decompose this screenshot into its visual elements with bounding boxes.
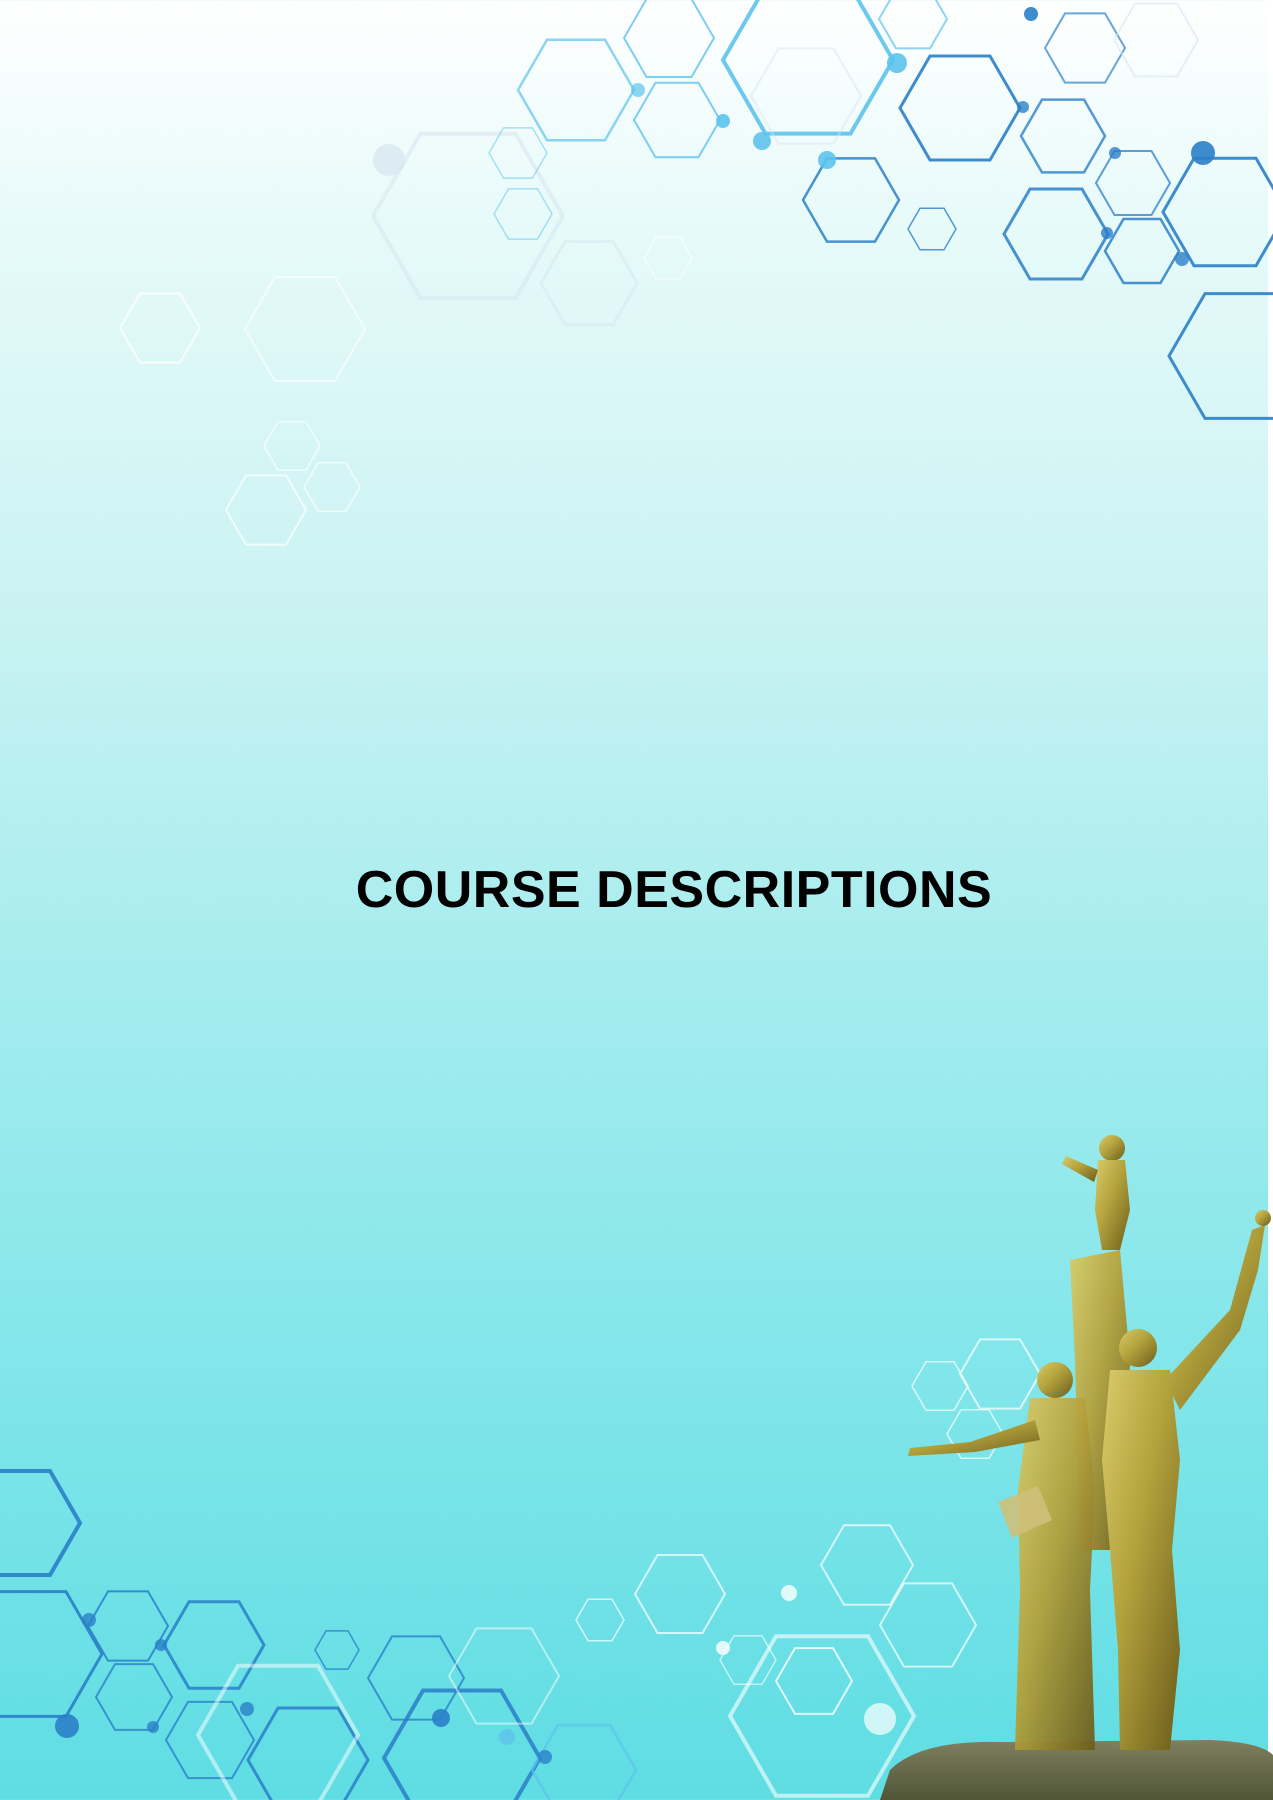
- hexagon-shape: [643, 236, 693, 280]
- node-dot: [1101, 227, 1113, 239]
- node-dot: [1175, 252, 1189, 266]
- hexagon-shape: [118, 292, 202, 364]
- hexagon-shape: [774, 1647, 854, 1715]
- hexagon-shape: [1043, 12, 1127, 84]
- hexagon-shape: [493, 188, 553, 240]
- hexagon-shape: [224, 474, 308, 546]
- node-dot: [1109, 147, 1121, 159]
- hexagon-shape: [907, 207, 957, 251]
- hexagon-shape: [1112, 2, 1200, 78]
- hexagon-shape: [622, 0, 716, 78]
- node-dot: [631, 83, 645, 97]
- hexagon-shape: [447, 1627, 561, 1725]
- node-dot: [781, 1585, 797, 1601]
- node-dot: [240, 1702, 254, 1716]
- hexagon-shape: [314, 1630, 360, 1670]
- node-dot: [887, 53, 907, 73]
- node-dot: [373, 144, 405, 176]
- golden-statue-monument: [880, 1135, 1273, 1800]
- hexagon-shape: [749, 47, 863, 145]
- hexagon-shape: [263, 421, 321, 471]
- node-dot: [716, 1641, 730, 1655]
- hexagon-shape: [94, 1663, 174, 1731]
- hexagon-shape: [539, 239, 639, 327]
- hexagon-shape: [720, 0, 896, 136]
- node-dot: [155, 1639, 167, 1651]
- node-dot: [1191, 141, 1215, 165]
- hexagon-shape: [1002, 187, 1110, 281]
- hexagon-shape: [575, 1598, 625, 1642]
- hexagon-shape: [719, 1635, 777, 1685]
- node-dot: [147, 1721, 159, 1733]
- hexagon-shape: [633, 1554, 727, 1634]
- hexagon-shape: [1094, 150, 1172, 216]
- hexagon-shape: [162, 1600, 266, 1690]
- hexagon-shape: [303, 462, 361, 512]
- node-dot: [818, 151, 836, 169]
- hexagon-shape: [898, 54, 1022, 162]
- hexagon-shape: [195, 1663, 361, 1800]
- hexagon-shape: [381, 1688, 543, 1800]
- node-dot: [753, 132, 771, 150]
- hexagon-shape: [877, 0, 949, 50]
- hexagon-shape: [0, 1469, 83, 1577]
- node-dot: [1024, 7, 1038, 21]
- node-dot: [499, 1729, 515, 1745]
- hexagon-shape: [243, 276, 367, 382]
- hexagon-shape: [632, 81, 722, 159]
- node-dot: [432, 1709, 450, 1727]
- page-title: COURSE DESCRIPTIONS: [355, 861, 993, 919]
- node-dot: [538, 1750, 552, 1764]
- hexagon-shape: [516, 38, 636, 142]
- node-dot: [716, 114, 730, 128]
- hexagon-shape: [0, 1590, 104, 1718]
- hexagon-shape: [1019, 98, 1107, 174]
- node-dot: [82, 1613, 96, 1627]
- hexagon-shape: [801, 157, 901, 243]
- node-dot: [55, 1714, 79, 1738]
- hexagon-shape: [1103, 217, 1181, 285]
- node-dot: [1017, 101, 1029, 113]
- hexagon-shape: [1167, 292, 1273, 420]
